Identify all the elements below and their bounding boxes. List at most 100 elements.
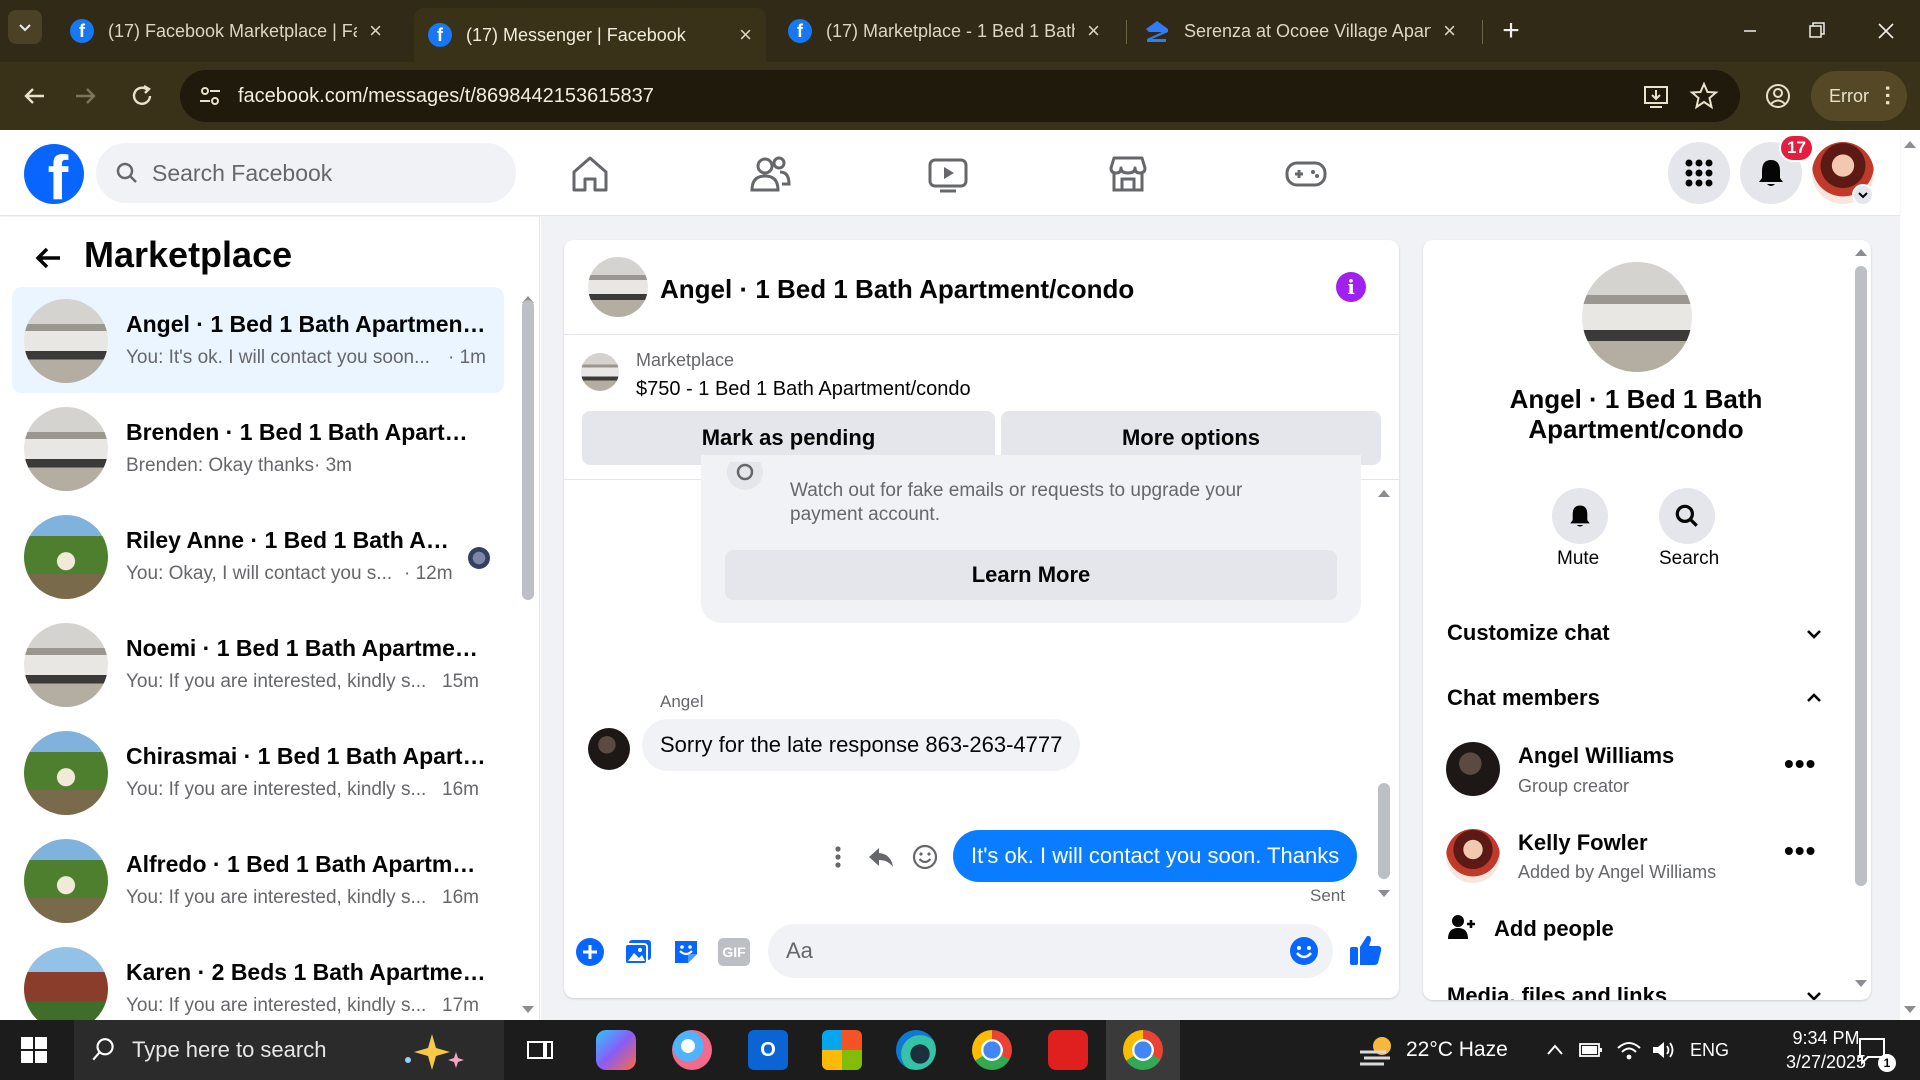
- conversation-item[interactable]: Noemi · 1 Bed 1 Bath Apartment... You: I…: [12, 611, 504, 717]
- browser-tab[interactable]: f (17) Marketplace - 1 Bed 1 Bath ×: [774, 8, 1114, 54]
- customize-chat-section[interactable]: Customize chat: [1447, 620, 1610, 646]
- conversation-item[interactable]: Alfredo · 1 Bed 1 Bath Apartmen... You: …: [12, 827, 504, 933]
- profile-error-button[interactable]: Error ···: [1811, 71, 1907, 121]
- outgoing-message-bubble[interactable]: It's ok. I will contact you soon. Thanks: [953, 830, 1358, 882]
- conversation-item[interactable]: Chirasmai · 1 Bed 1 Bath Apartm... You: …: [12, 719, 504, 825]
- media-files-section[interactable]: Media, files and links: [1447, 983, 1667, 1000]
- sidebar-scrollbar-thumb[interactable]: [522, 300, 534, 600]
- new-tab-button[interactable]: +: [1494, 14, 1528, 48]
- search-conversation-button[interactable]: [1659, 488, 1715, 544]
- chat-scroll-down[interactable]: [1376, 888, 1392, 900]
- close-tab-icon[interactable]: ×: [1087, 18, 1100, 44]
- menu-button[interactable]: [1668, 142, 1730, 204]
- tab-search-button[interactable]: [8, 10, 42, 44]
- chrome-browser-icon[interactable]: [972, 1030, 1012, 1070]
- profile-icon[interactable]: [1762, 80, 1794, 112]
- browser-tab[interactable]: Serenza at Ocoee Village Apart ×: [1130, 8, 1470, 54]
- emoji-picker-icon[interactable]: [1288, 935, 1320, 967]
- chat-scrollbar-thumb[interactable]: [1378, 783, 1390, 879]
- photo-icon[interactable]: [622, 936, 654, 968]
- back-arrow-button[interactable]: [30, 240, 66, 276]
- chevron-up-icon[interactable]: [1802, 686, 1826, 710]
- member-options-icon[interactable]: •••: [1784, 835, 1816, 867]
- info-icon[interactable]: i: [1336, 272, 1366, 302]
- chat-avatar[interactable]: [588, 257, 648, 317]
- marketplace-nav-icon[interactable]: [1104, 150, 1152, 198]
- facebook-logo[interactable]: f: [24, 144, 84, 204]
- weather-icon[interactable]: [1356, 1032, 1396, 1068]
- listing-price-title[interactable]: $750 - 1 Bed 1 Bath Apartment/condo: [636, 378, 971, 401]
- close-tab-icon[interactable]: ×: [739, 22, 752, 48]
- input-language[interactable]: ENG: [1690, 1040, 1729, 1061]
- home-nav-icon[interactable]: [566, 150, 614, 198]
- chat-scroll-up[interactable]: [1376, 487, 1392, 499]
- close-window-button[interactable]: [1866, 14, 1906, 48]
- chevron-down-icon[interactable]: [1802, 984, 1826, 1000]
- battery-icon[interactable]: [1578, 1040, 1604, 1060]
- wifi-icon[interactable]: [1616, 1038, 1642, 1062]
- conversation-item[interactable]: Riley Anne · 1 Bed 1 Bath Apar... You: O…: [12, 503, 504, 609]
- add-person-icon[interactable]: [1446, 912, 1476, 942]
- add-attachment-icon[interactable]: [574, 936, 606, 968]
- page-scroll-up[interactable]: [1902, 138, 1918, 150]
- page-scroll-down[interactable]: [1902, 1004, 1918, 1016]
- paint-app-icon[interactable]: [672, 1030, 712, 1070]
- start-button[interactable]: [20, 1036, 48, 1064]
- info-avatar[interactable]: [1582, 262, 1692, 372]
- site-settings-icon[interactable]: [196, 82, 224, 110]
- browser-tab[interactable]: f (17) Facebook Marketplace | Fa ×: [56, 8, 396, 54]
- friends-nav-icon[interactable]: [746, 150, 794, 198]
- add-people-button[interactable]: Add people: [1494, 916, 1614, 942]
- reply-icon[interactable]: [866, 842, 896, 872]
- listing-thumbnail[interactable]: [581, 353, 619, 391]
- conversation-item[interactable]: Brenden · 1 Bed 1 Bath Apartme... Brende…: [12, 395, 504, 501]
- member-name[interactable]: Kelly Fowler: [1518, 830, 1648, 856]
- install-app-icon[interactable]: [1640, 80, 1672, 112]
- gif-icon[interactable]: GIF: [718, 938, 750, 966]
- tray-chevron-icon[interactable]: [1544, 1040, 1566, 1060]
- message-input[interactable]: Aa: [768, 924, 1333, 978]
- weather-text[interactable]: 22°C Haze: [1406, 1038, 1508, 1062]
- close-tab-icon[interactable]: ×: [369, 18, 382, 44]
- conversation-item[interactable]: Karen · 2 Beds 1 Bath Apartment... You: …: [12, 935, 504, 1020]
- video-nav-icon[interactable]: [924, 150, 972, 198]
- bookmark-star-icon[interactable]: [1688, 80, 1720, 112]
- chat-members-section[interactable]: Chat members: [1447, 685, 1600, 711]
- mute-button[interactable]: [1552, 488, 1608, 544]
- incoming-message-bubble[interactable]: Sorry for the late response 863-263-4777: [642, 719, 1081, 771]
- info-scroll-up[interactable]: [1853, 246, 1869, 258]
- thumbs-up-icon[interactable]: [1348, 932, 1384, 968]
- facebook-search-input[interactable]: Search Facebook: [96, 143, 516, 203]
- member-avatar[interactable]: [1446, 742, 1500, 796]
- copilot-app-icon[interactable]: [596, 1030, 636, 1070]
- chat-title[interactable]: Angel · 1 Bed 1 Bath Apartment/condo: [660, 274, 1134, 305]
- gaming-nav-icon[interactable]: [1282, 150, 1330, 198]
- message-more-icon[interactable]: [828, 842, 848, 872]
- chevron-down-icon[interactable]: [1802, 622, 1826, 646]
- account-chevron-icon[interactable]: [1852, 184, 1874, 206]
- browser-tab-active[interactable]: f (17) Messenger | Facebook ×: [414, 8, 766, 62]
- outlook-app-icon[interactable]: O: [748, 1030, 788, 1070]
- conversation-item[interactable]: Angel · 1 Bed 1 Bath Apartment/... You: …: [12, 287, 504, 393]
- member-avatar[interactable]: [1446, 829, 1500, 883]
- chrome-browser-icon[interactable]: [1123, 1030, 1163, 1070]
- microsoft-store-icon[interactable]: [822, 1030, 862, 1070]
- sender-avatar[interactable]: [588, 728, 630, 770]
- sticker-icon[interactable]: [670, 936, 702, 968]
- sidebar-scroll-down[interactable]: [520, 1004, 536, 1016]
- edge-browser-icon[interactable]: [896, 1030, 936, 1070]
- minimize-button[interactable]: [1730, 14, 1770, 48]
- address-bar[interactable]: facebook.com/messages/t/8698442153615837: [180, 70, 1740, 122]
- back-button[interactable]: [18, 80, 50, 112]
- volume-icon[interactable]: [1650, 1038, 1676, 1062]
- member-options-icon[interactable]: •••: [1784, 748, 1816, 780]
- restore-button[interactable]: [1796, 14, 1836, 48]
- react-emoji-icon[interactable]: [910, 842, 940, 872]
- youtube-app-icon[interactable]: [1048, 1030, 1088, 1070]
- copilot-sparkle-icon[interactable]: [396, 1030, 476, 1072]
- forward-button[interactable]: [70, 80, 102, 112]
- learn-more-button[interactable]: Learn More: [725, 550, 1337, 600]
- reload-button[interactable]: [126, 80, 158, 112]
- info-scrollbar-thumb[interactable]: [1855, 266, 1867, 886]
- info-scroll-down[interactable]: [1853, 978, 1869, 990]
